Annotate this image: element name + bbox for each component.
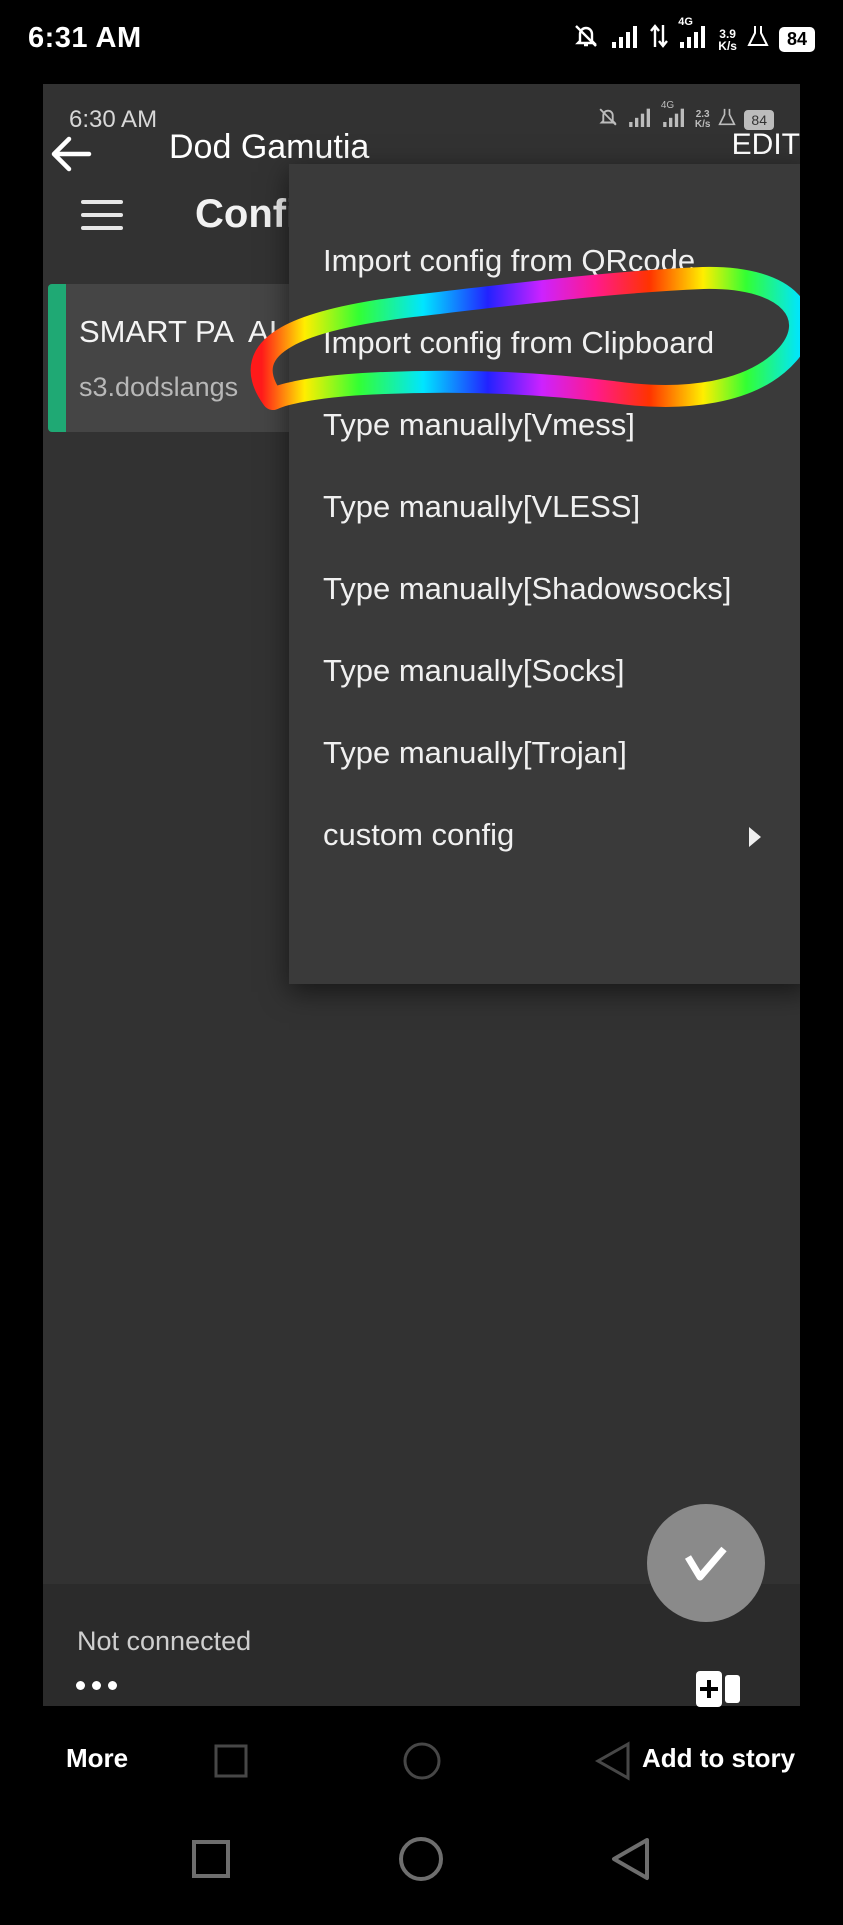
connect-fab[interactable] [647,1504,765,1622]
menu-item-custom-config[interactable]: custom config [323,817,514,853]
config-card-host: s3.dodslangs [79,372,239,402]
inner-network-type: 4G [660,100,675,111]
inner-net-speed-unit: K/s [694,119,711,130]
menu-item-type-shadowsocks[interactable]: Type manually[Shadowsocks] [323,571,731,607]
add-to-story-button[interactable]: Add to story [642,1743,795,1774]
more-options-dots-icon[interactable] [76,1681,117,1690]
config-card-accent [48,284,66,432]
battery-level: 84 [778,27,815,52]
menu-item-import-clipboard[interactable]: Import config from Clipboard [323,325,714,361]
config-name-head: SMART PA [79,314,235,349]
net-speed-unit: K/s [718,38,737,53]
home-icon[interactable] [399,1837,443,1881]
network-type: 4G [678,16,693,28]
add-config-menu: Import config from QRcode Import config … [289,164,800,984]
inner-muted-bell-icon [597,106,619,134]
config-card-name: SMART PA AI [79,314,277,350]
add-story-icon[interactable] [694,1669,742,1709]
more-button[interactable]: More [66,1743,128,1774]
inner-signal-4g-icon: 4G [661,100,687,133]
connection-status: Not connected [77,1626,252,1656]
arrow-left-icon [51,136,92,172]
story-author-name[interactable]: Dod Gamutia [169,128,369,167]
menu-item-type-socks[interactable]: Type manually[Socks] [323,653,625,689]
signal-icon [610,24,640,55]
caret-right-icon [749,827,761,847]
back-button[interactable] [43,124,101,184]
v-connect-icon [684,1546,727,1581]
inner-signal-icon [627,107,653,133]
inner-battery-level: 84 [744,110,774,130]
back-nav-icon[interactable] [612,1838,649,1880]
status-time: 6:31 AM [28,22,142,54]
muted-bell-icon [572,22,600,57]
data-arrows-icon [650,23,669,56]
story-frame[interactable]: 6:30 AM 4G 2.3 K/s 84 Dod Gamutia EDIT C… [43,84,800,1706]
lab-flask-icon [747,24,769,55]
ghost-nav-icons [214,1741,630,1781]
edit-button[interactable]: EDIT [732,128,800,162]
net-speed: 3.9 K/s [718,28,737,52]
status-icons: 4G 3.9 K/s 84 [572,16,815,57]
menu-item-type-vless[interactable]: Type manually[VLESS] [323,489,640,525]
app-title: Confi [195,192,298,236]
menu-item-type-trojan[interactable]: Type manually[Trojan] [323,735,627,771]
status-bar: 6:31 AM 4G 3.9 K/s 84 [0,0,843,84]
config-name-tail: AI [248,314,278,349]
system-nav-bar [0,1810,843,1920]
net-speed-value: 3.9 [719,26,736,41]
inner-net-speed: 2.3 K/s [695,110,711,130]
menu-item-import-qrcode[interactable]: Import config from QRcode [323,243,695,279]
config-card[interactable] [48,284,308,432]
recents-icon[interactable] [192,1840,230,1878]
hamburger-icon[interactable] [81,200,123,232]
menu-item-type-vmess[interactable]: Type manually[Vmess] [323,407,635,443]
signal-4g-icon: 4G [678,16,708,55]
